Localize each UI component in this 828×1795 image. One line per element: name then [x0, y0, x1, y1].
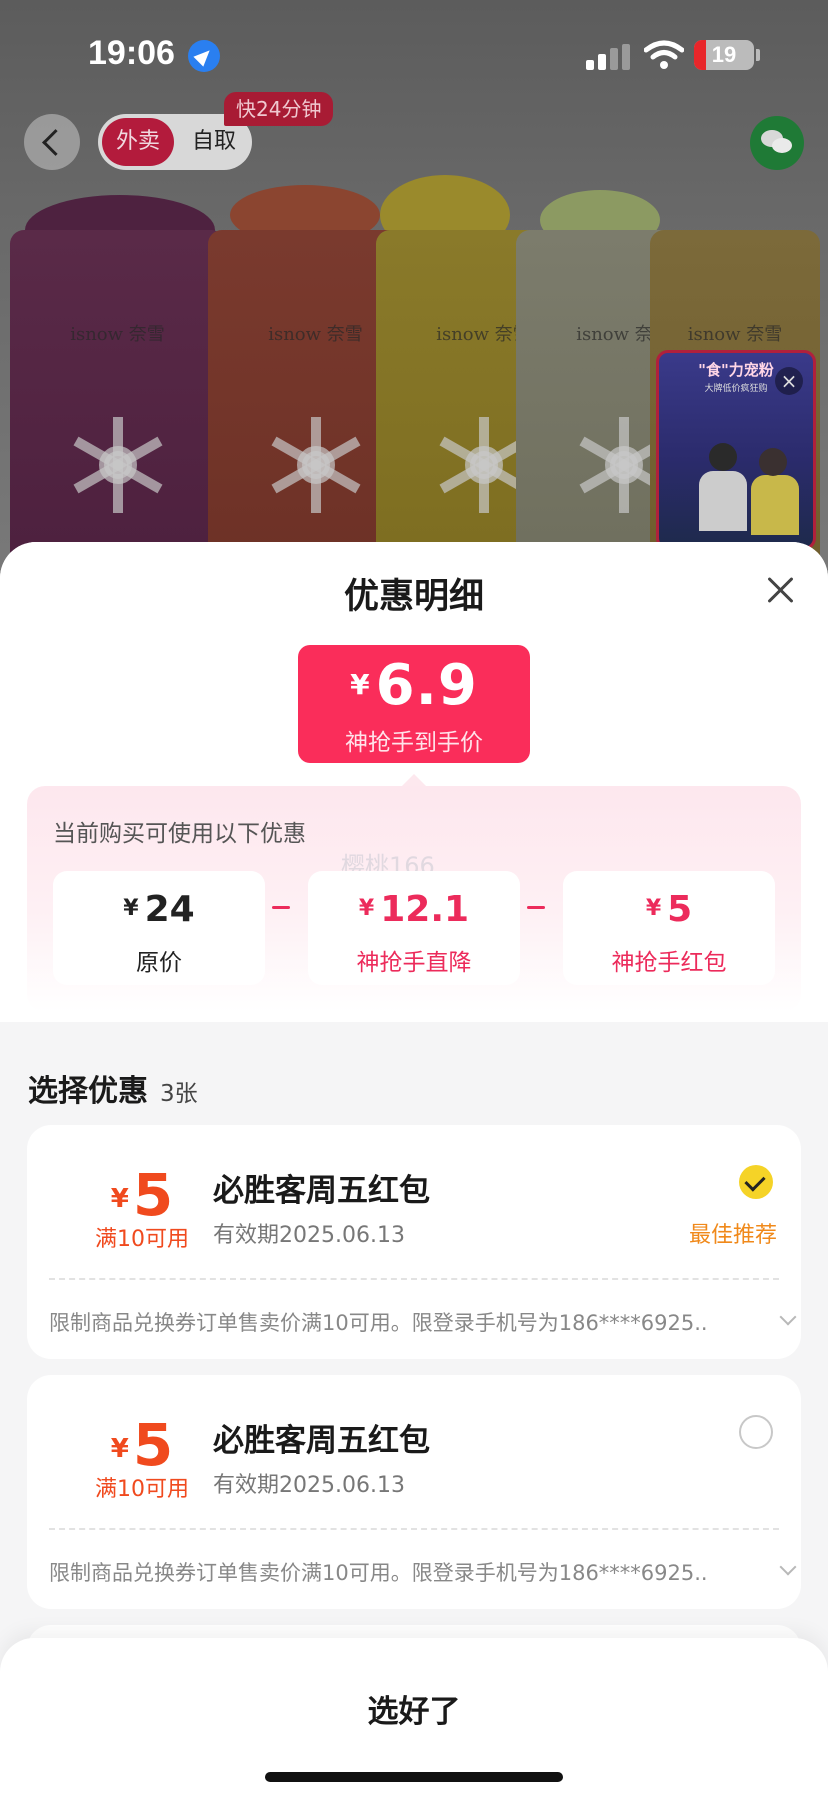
- coupon-condition: 满10可用: [95, 1477, 189, 1502]
- choose-coupon-title: 选择优惠: [28, 1074, 148, 1109]
- coupon-amount-value: 5: [132, 1161, 174, 1229]
- coupon-name: 必胜客周五红包: [213, 1173, 430, 1209]
- snowflake-logo-icon: [271, 417, 360, 513]
- status-bar: 19:06 19: [0, 0, 828, 100]
- location-arrow-icon: [188, 40, 220, 72]
- cellular-signal-icon: [586, 44, 630, 70]
- coupon-validity: 有效期2025.06.13: [213, 1223, 405, 1248]
- cup-brand-text: isnow 奈雪: [687, 324, 783, 345]
- currency-symbol: ¥: [110, 1184, 129, 1214]
- coupon-amount: ¥5: [77, 1161, 207, 1229]
- direct-discount-value: 12.1: [380, 889, 470, 930]
- coupon-validity: 有效期2025.06.13: [213, 1473, 405, 1498]
- discount-detail-sheet: 优惠明细 ¥6.9 神抢手到手价 当前购买可使用以下优惠 樱桃166 ¥24 原…: [0, 542, 828, 1795]
- home-indicator: [265, 1772, 563, 1782]
- confirm-button[interactable]: 选好了: [0, 1686, 828, 1731]
- snowflake-logo-icon: [73, 417, 162, 513]
- streamer-figure: [709, 443, 737, 471]
- streamer-figure: [699, 471, 747, 531]
- calc-title: 当前购买可使用以下优惠: [53, 821, 306, 847]
- direct-discount-label: 神抢手直降: [356, 950, 472, 976]
- sheet-title: 优惠明细: [343, 577, 484, 617]
- battery-cap: [756, 49, 760, 61]
- coupon-description: 限制商品兑换券订单售卖价满10可用。限登录手机号为186****6925...: [49, 1311, 709, 1335]
- live-stream-floating-window[interactable]: "食"力宠粉 大牌低价疯狂购 ×: [656, 350, 816, 550]
- discount-calculation: 当前购买可使用以下优惠 樱桃166 ¥24 原价 ¥12.1 神抢手直降 ¥5 …: [27, 786, 801, 1012]
- currency-symbol: ¥: [110, 1434, 129, 1464]
- battery-indicator: 19: [694, 40, 754, 70]
- original-price-value: 24: [144, 889, 195, 930]
- red-packet-label: 神抢手红包: [611, 950, 727, 976]
- status-time: 19:06: [88, 34, 175, 72]
- red-packet-item: ¥5 神抢手红包: [563, 871, 775, 985]
- currency-symbol: ¥: [350, 668, 370, 701]
- final-price-amount: 6.9: [375, 653, 478, 718]
- chevron-down-icon[interactable]: [779, 1308, 797, 1326]
- currency-symbol: ¥: [358, 896, 375, 921]
- wechat-share-icon[interactable]: [750, 116, 804, 170]
- battery-level: 19: [711, 42, 737, 67]
- check-selected-icon[interactable]: [739, 1165, 773, 1199]
- coupon-count: 3张: [160, 1081, 198, 1107]
- tab-delivery[interactable]: 外卖: [102, 118, 174, 166]
- divider: [49, 1278, 779, 1280]
- back-button[interactable]: [24, 114, 80, 170]
- coupon-name: 必胜客周五红包: [213, 1423, 430, 1459]
- direct-discount-item: ¥12.1 神抢手直降: [308, 871, 520, 985]
- streamer-figure: [759, 448, 787, 476]
- currency-symbol: ¥: [123, 896, 139, 921]
- coupon-description: 限制商品兑换券订单售卖价满10可用。限登录手机号为186****6925...: [49, 1561, 709, 1585]
- original-price-item: ¥24 原价: [53, 871, 265, 985]
- coupon-amount: ¥5: [77, 1411, 207, 1479]
- best-recommend-tag: 最佳推荐: [688, 1223, 777, 1248]
- divider: [49, 1528, 779, 1530]
- currency-symbol: ¥: [645, 896, 662, 921]
- live-close-icon[interactable]: ×: [775, 367, 803, 395]
- streamer-figure: [751, 475, 799, 535]
- coupon-amount-value: 5: [132, 1411, 174, 1479]
- wifi-icon: [644, 40, 684, 69]
- minus-sign: [272, 906, 290, 909]
- coupon-card[interactable]: ¥5 满10可用 必胜客周五红包 有效期2025.06.13 限制商品兑换券订单…: [27, 1375, 801, 1609]
- original-price-label: 原价: [136, 950, 182, 976]
- coupon-condition: 满10可用: [95, 1227, 189, 1252]
- chevron-down-icon[interactable]: [779, 1558, 797, 1576]
- minus-sign: [527, 906, 545, 909]
- cup-brand-text: isnow 奈雪: [70, 324, 165, 345]
- close-icon[interactable]: [762, 572, 798, 608]
- red-packet-value: 5: [667, 889, 693, 930]
- coupon-card[interactable]: ¥5 满10可用 必胜客周五红包 有效期2025.06.13 最佳推荐 限制商品…: [27, 1125, 801, 1359]
- final-price-label: 神抢手到手价: [345, 730, 483, 756]
- radio-unselected-icon[interactable]: [739, 1415, 773, 1449]
- final-price-badge: ¥6.9 神抢手到手价: [298, 645, 530, 763]
- pickup-speed-badge: 快24分钟: [224, 92, 334, 126]
